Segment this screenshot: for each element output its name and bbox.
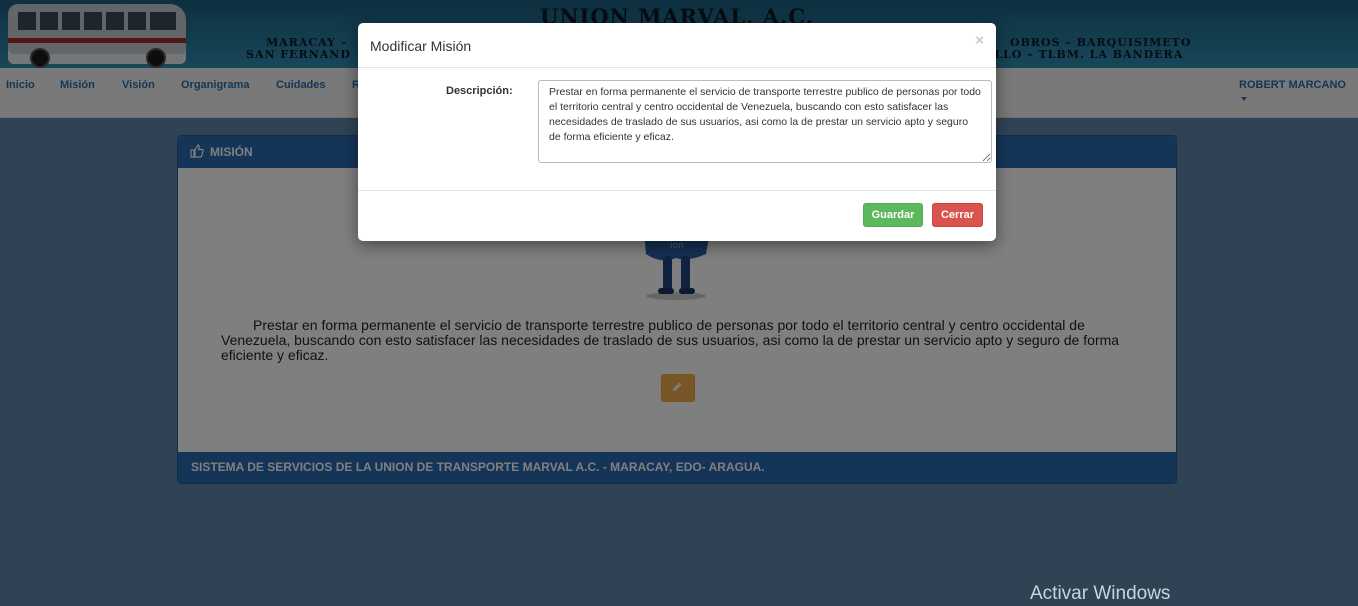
close-icon[interactable]: × — [975, 32, 984, 49]
save-button[interactable]: Guardar — [863, 203, 923, 227]
windows-activation-watermark: Activar Windows — [1030, 583, 1171, 604]
description-textarea[interactable]: Prestar en forma permanente el servicio … — [538, 80, 992, 163]
description-label: Descripción: — [446, 85, 513, 97]
cancel-button[interactable]: Cerrar — [932, 203, 983, 227]
modal-footer: Guardar Cerrar — [358, 190, 996, 242]
modal-header: Modificar Misión × — [358, 23, 996, 68]
edit-mission-modal: Modificar Misión × Descripción: Prestar … — [358, 23, 996, 241]
modal-title: Modificar Misión — [370, 38, 472, 54]
